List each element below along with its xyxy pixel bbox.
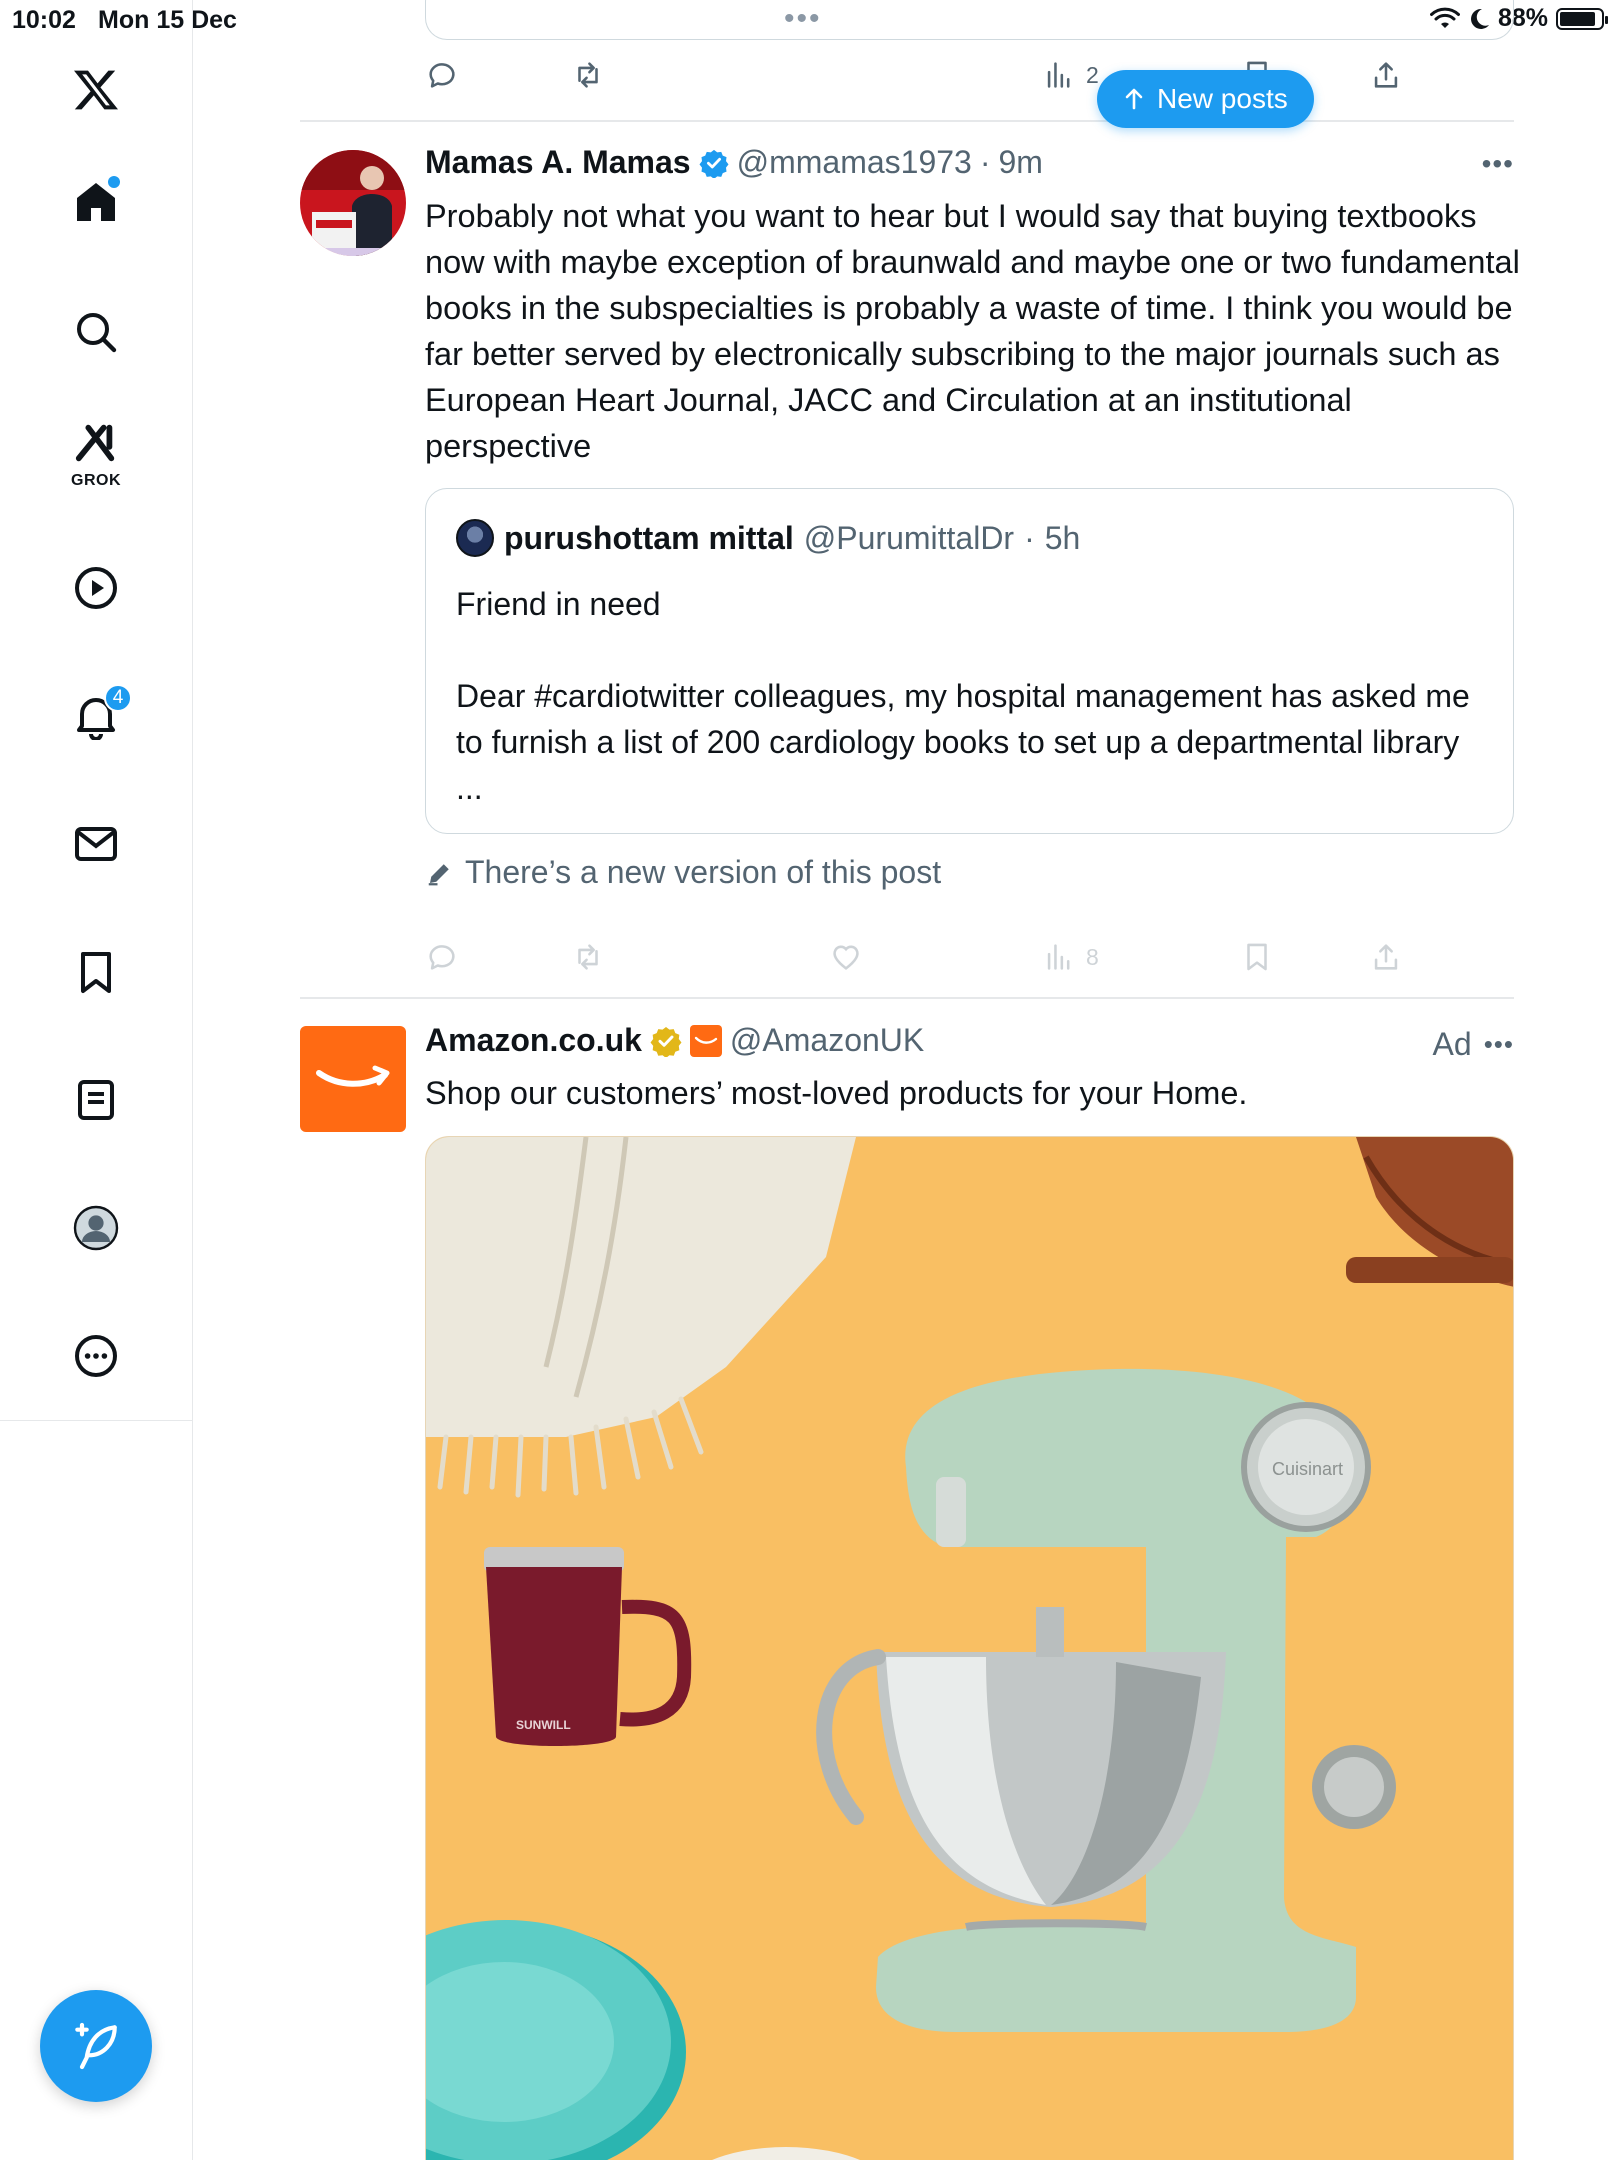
- dot-separator: ·: [1024, 519, 1035, 556]
- messages-envelope-icon[interactable]: [66, 814, 126, 874]
- share-icon: [1374, 944, 1398, 970]
- quoted-post-time: 5h: [1044, 519, 1081, 556]
- reply-button[interactable]: [425, 58, 459, 92]
- lists-icon[interactable]: [66, 1070, 126, 1130]
- pencil-icon: [428, 863, 449, 885]
- grok-icon[interactable]: GROK: [66, 422, 126, 489]
- ad-header: Amazon.co.uk @AmazonUK: [425, 1022, 924, 1059]
- reply-button[interactable]: [425, 940, 459, 974]
- share-icon: [1374, 62, 1398, 88]
- drag-handle-dots[interactable]: •••: [784, 4, 822, 34]
- video-icon[interactable]: [66, 558, 126, 618]
- quoted-post-card[interactable]: purushottam mittal @PurumittalDr · 5h Fr…: [425, 488, 1514, 834]
- views-button[interactable]: 8: [1042, 940, 1099, 974]
- amazon-logo-avatar[interactable]: [300, 1026, 406, 1132]
- home-icon[interactable]: [66, 172, 126, 232]
- views-count: 2: [1086, 61, 1099, 88]
- post-time[interactable]: 9m: [998, 144, 1042, 181]
- share-button[interactable]: [1369, 58, 1403, 92]
- views-count: 8: [1086, 943, 1099, 970]
- post-actions: 8: [425, 940, 1425, 980]
- quoted-author-handle: @PurumittalDr: [803, 519, 1015, 556]
- post-divider: [300, 997, 1514, 999]
- quoted-post-line1: Friend in need: [456, 586, 661, 622]
- post-more-icon[interactable]: •••: [1482, 148, 1514, 180]
- ad-label: Ad: [1432, 1026, 1472, 1062]
- ad-author-name[interactable]: Amazon.co.uk: [425, 1022, 642, 1059]
- compose-feather-icon: [75, 2022, 117, 2070]
- grok-label: GROK: [71, 472, 121, 489]
- notifications-badge: 4: [104, 684, 132, 712]
- ad-more-icon[interactable]: •••: [1484, 1029, 1514, 1060]
- ad-product-image[interactable]: SUNWILL Cuisinart: [425, 1136, 1514, 2160]
- reply-icon: [429, 63, 455, 88]
- quoted-post-line2: Dear #cardiotwitter colleagues, my hospi…: [456, 678, 1470, 806]
- repost-button[interactable]: [571, 58, 605, 92]
- ad-text: Shop our customers’ most-loved products …: [425, 1075, 1248, 1111]
- views-button[interactable]: 2: [1042, 58, 1099, 92]
- heart-icon: [833, 945, 859, 970]
- timeline-feed: ••• 2 New posts Mamas A. Mamas @mmamas19…: [300, 0, 1520, 2160]
- battery-icon: [1556, 7, 1608, 30]
- previous-quote-card[interactable]: [425, 0, 1514, 40]
- reply-icon: [429, 945, 455, 970]
- compose-post-button[interactable]: [40, 1990, 152, 2102]
- gold-verified-badge-icon: [650, 1026, 682, 1057]
- post-divider: [300, 120, 1514, 122]
- like-button[interactable]: [829, 940, 863, 974]
- x-logo-icon[interactable]: [66, 60, 126, 120]
- new-posts-button[interactable]: New posts: [1097, 70, 1314, 128]
- author-handle[interactable]: @mmamas1973: [737, 144, 972, 181]
- more-options-icon[interactable]: [66, 1326, 126, 1386]
- amazon-smile-icon: [316, 1065, 390, 1087]
- bookmark-button[interactable]: [1240, 940, 1274, 974]
- repost-icon: [578, 62, 598, 88]
- mixer-brand-label: Cuisinart: [1272, 1459, 1343, 1479]
- views-chart-icon: [1047, 944, 1070, 970]
- arrow-up-icon: [1125, 88, 1143, 110]
- quoted-author-avatar: [456, 519, 494, 557]
- bookmarks-icon[interactable]: [66, 942, 126, 1002]
- repost-button[interactable]: [571, 940, 605, 974]
- profile-avatar-icon[interactable]: [66, 1198, 126, 1258]
- verified-badge-icon: [699, 149, 729, 178]
- edited-post-label: There’s a new version of this post: [465, 854, 942, 890]
- bookmark-icon: [1247, 943, 1267, 971]
- mug-brand-label: SUNWILL: [516, 1718, 571, 1732]
- author-name[interactable]: Mamas A. Mamas: [425, 144, 691, 181]
- new-content-dot: [108, 176, 120, 188]
- ad-author-handle[interactable]: @AmazonUK: [730, 1022, 924, 1059]
- search-icon[interactable]: [66, 302, 126, 362]
- affiliate-badge-icon: [689, 1024, 722, 1057]
- quoted-author-name: purushottam mittal: [504, 519, 794, 556]
- post-text: Probably not what you want to hear but I…: [425, 198, 1520, 464]
- post-header: Mamas A. Mamas @mmamas1973 · 9m: [425, 144, 1043, 181]
- views-chart-icon: [1047, 62, 1070, 88]
- share-button[interactable]: [1369, 940, 1403, 974]
- author-avatar[interactable]: [300, 150, 406, 256]
- ad-label-row: Ad •••: [1433, 1026, 1514, 1063]
- edited-post-notice[interactable]: There’s a new version of this post: [425, 854, 941, 891]
- notifications-bell-icon[interactable]: 4: [66, 684, 132, 746]
- new-posts-label: New posts: [1157, 83, 1288, 114]
- sidebar-nav: GROK 4: [0, 0, 193, 2160]
- quoted-post-text: Friend in need Dear #cardiotwitter colle…: [456, 581, 1486, 811]
- sidebar-divider: [0, 1420, 193, 1421]
- quoted-post-header: purushottam mittal @PurumittalDr · 5h: [456, 519, 1080, 557]
- dot-separator: ·: [979, 144, 991, 180]
- repost-icon: [578, 944, 598, 970]
